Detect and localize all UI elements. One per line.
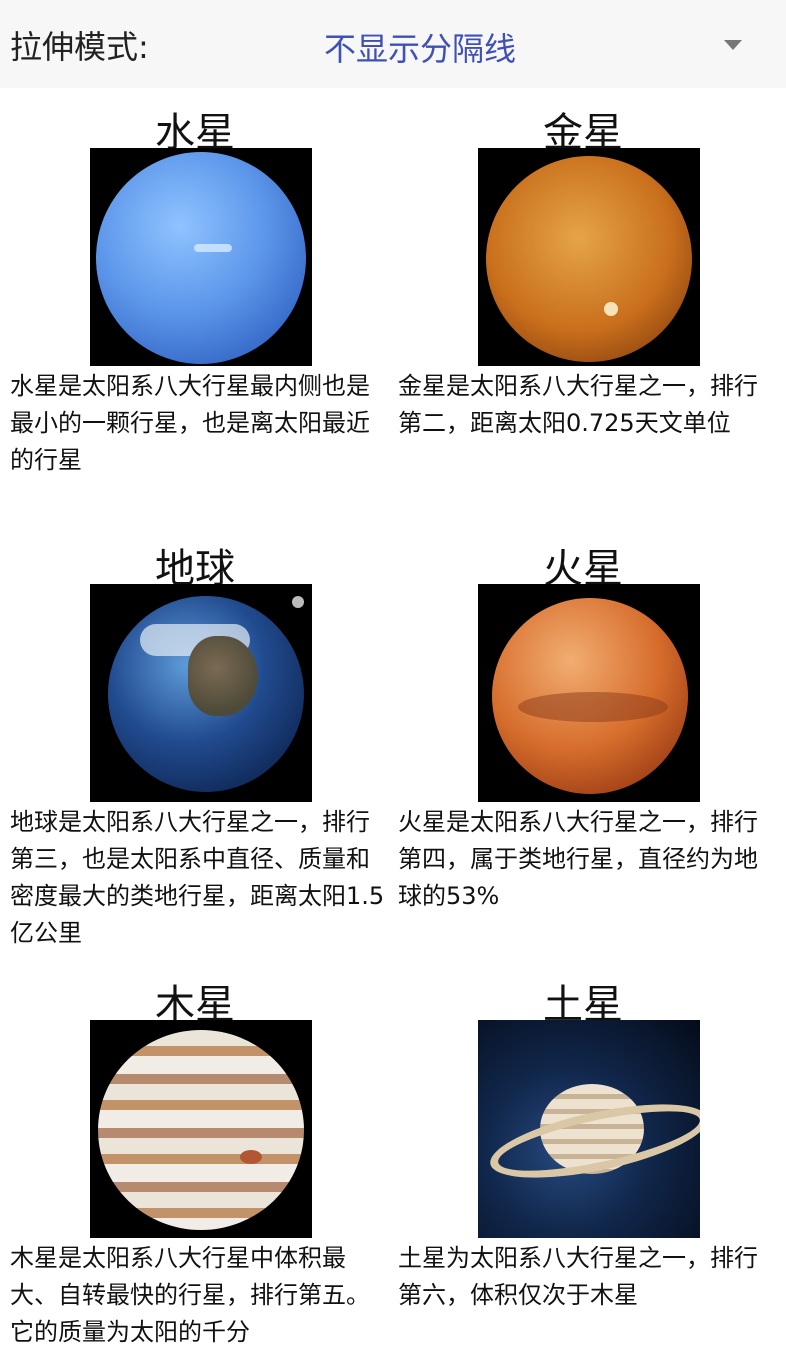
planet-description: 金星是太阳系八大行星之一，排行第二，距离太阳0.725天文单位 bbox=[398, 372, 758, 437]
planet-description: 木星是太阳系八大行星中体积最大、自转最快的行星，排行第五。它的质量为太阳的千分 bbox=[10, 1244, 370, 1346]
planet-description: 土星为太阳系八大行星之一，排行第六，体积仅次于木星 bbox=[398, 1244, 758, 1309]
planet-image-jupiter bbox=[90, 1020, 312, 1238]
planet-image-earth bbox=[90, 584, 312, 802]
planet-description: 地球是太阳系八大行星之一，排行第三，也是太阳系中直径、质量和密度最大的类地行星，… bbox=[10, 808, 385, 947]
planet-image-mercury bbox=[90, 148, 312, 366]
stretch-mode-value: 不显示分隔线 bbox=[324, 30, 517, 68]
stretch-mode-label: 拉伸模式: bbox=[10, 28, 149, 66]
planet-description: 水星是太阳系八大行星最内侧也是最小的一颗行星，也是离太阳最近的行星 bbox=[10, 372, 370, 474]
stretch-mode-dropdown[interactable]: 不显示分隔线 bbox=[310, 12, 780, 78]
planet-image-mars bbox=[478, 584, 700, 802]
planet-description: 火星是太阳系八大行星之一，排行第四，属于类地行星，直径约为地球的53% bbox=[398, 808, 758, 910]
planet-image-saturn bbox=[478, 1020, 700, 1238]
top-bar: 拉伸模式: 不显示分隔线 bbox=[0, 0, 786, 88]
planet-image-venus bbox=[478, 148, 700, 366]
chevron-down-icon bbox=[724, 40, 742, 50]
